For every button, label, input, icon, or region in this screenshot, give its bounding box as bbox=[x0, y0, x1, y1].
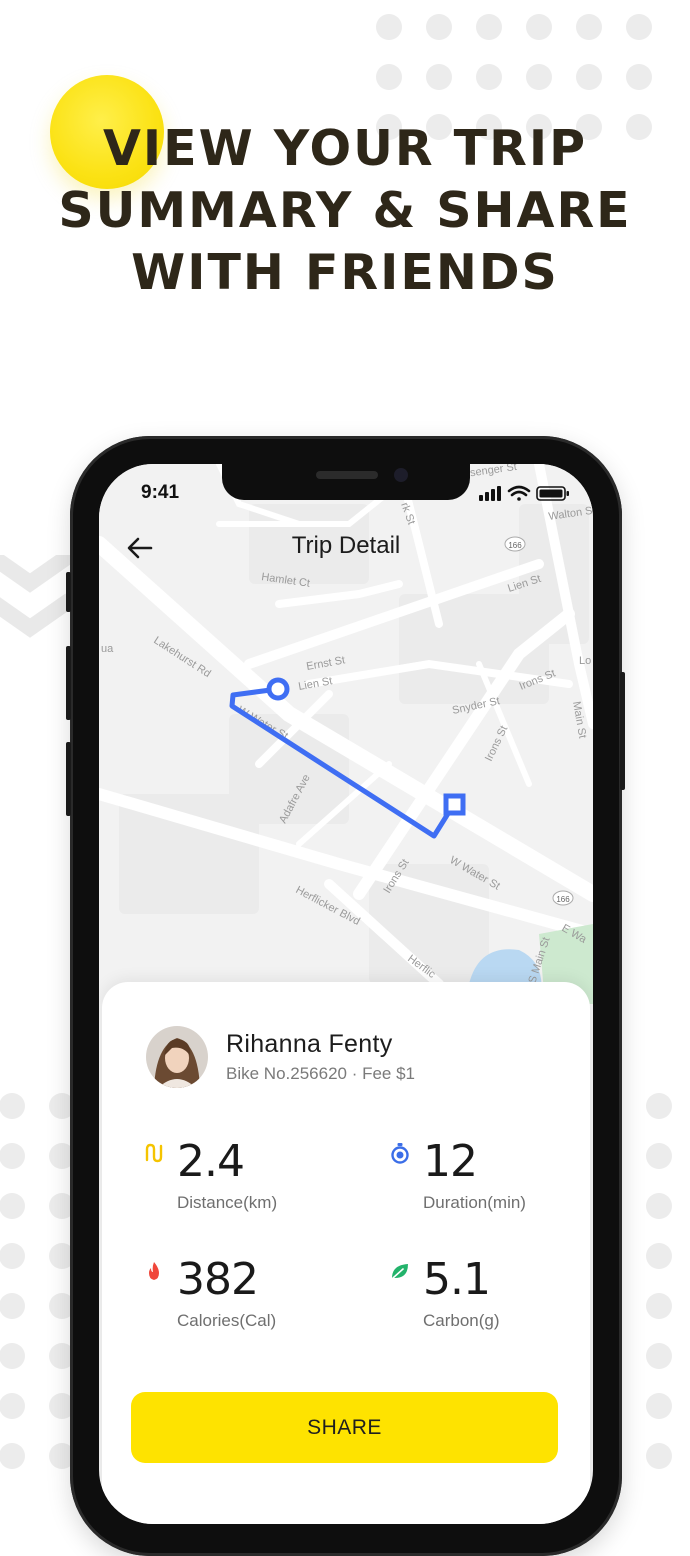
page-title: Trip Detail bbox=[291, 532, 401, 559]
decorative-dot bbox=[646, 1343, 672, 1369]
stopwatch-icon bbox=[391, 1143, 409, 1164]
status-icons bbox=[479, 485, 569, 501]
decorative-dot bbox=[0, 1093, 25, 1119]
phone-screen: Hamlet Ct Lien St Lakehurst Rd Ernst St … bbox=[99, 464, 593, 1524]
headline-line-1: VIEW YOUR TRIP bbox=[102, 120, 587, 177]
trip-summary-card: Rihanna Fenty Bike No.256620 · Fee $1 2.… bbox=[102, 982, 590, 1524]
route-shield-icon: 166 bbox=[552, 890, 574, 906]
decorative-dot bbox=[576, 14, 602, 40]
phone-notch bbox=[222, 464, 470, 500]
route-end-marker bbox=[443, 793, 466, 816]
user-name: Rihanna Fenty bbox=[226, 1030, 393, 1058]
duration-value: 12 bbox=[423, 1136, 478, 1187]
carbon-label: Carbon(g) bbox=[423, 1311, 500, 1330]
route-icon bbox=[145, 1143, 163, 1163]
avatar bbox=[146, 1026, 208, 1088]
battery-icon bbox=[536, 486, 569, 501]
phone-volume-up-button bbox=[66, 646, 71, 720]
decorative-dot bbox=[646, 1243, 672, 1269]
bike-fee-info: Bike No.256620 · Fee $1 bbox=[226, 1064, 416, 1083]
decorative-dot bbox=[0, 1293, 25, 1319]
decorative-dot bbox=[426, 64, 452, 90]
decorative-dot bbox=[376, 64, 402, 90]
headline: VIEW YOUR TRIP SUMMARY & SHARE WITH FRIE… bbox=[0, 118, 690, 304]
calories-value: 382 bbox=[177, 1254, 259, 1305]
decorative-dot bbox=[626, 14, 652, 40]
duration-label: Duration(min) bbox=[423, 1193, 526, 1212]
decorative-dot bbox=[0, 1393, 25, 1419]
decorative-dot bbox=[526, 14, 552, 40]
signal-icon bbox=[479, 486, 501, 501]
decorative-dot bbox=[576, 64, 602, 90]
chevron-decoration bbox=[0, 555, 70, 638]
street-label: ua bbox=[101, 643, 114, 655]
decorative-dot bbox=[0, 1243, 25, 1269]
phone-mute-button bbox=[66, 572, 71, 612]
distance-label: Distance(km) bbox=[177, 1193, 278, 1212]
status-time: 9:41 bbox=[141, 482, 180, 503]
decorative-dot bbox=[0, 1443, 25, 1469]
decorative-dot bbox=[626, 64, 652, 90]
decorative-dot bbox=[476, 64, 502, 90]
distance-value: 2.4 bbox=[177, 1136, 245, 1187]
decorative-dot bbox=[376, 14, 402, 40]
wifi-icon bbox=[507, 485, 531, 501]
phone-speaker bbox=[316, 471, 378, 479]
decorative-dot bbox=[426, 14, 452, 40]
decorative-dot bbox=[0, 1193, 25, 1219]
headline-line-3: WITH FRIENDS bbox=[131, 244, 559, 301]
phone-camera bbox=[394, 468, 408, 482]
leaf-icon bbox=[392, 1264, 408, 1279]
decorative-dot bbox=[0, 1343, 25, 1369]
decorative-dot bbox=[646, 1443, 672, 1469]
calories-label: Calories(Cal) bbox=[177, 1311, 277, 1330]
decorative-dot bbox=[0, 1143, 25, 1169]
decorative-dot bbox=[476, 14, 502, 40]
share-button[interactable]: SHARE bbox=[131, 1392, 558, 1463]
decorative-dot bbox=[526, 64, 552, 90]
decorative-dot bbox=[646, 1193, 672, 1219]
phone-power-button bbox=[620, 672, 625, 790]
decorative-dot bbox=[646, 1143, 672, 1169]
phone-volume-down-button bbox=[66, 742, 71, 816]
decorative-dot bbox=[646, 1393, 672, 1419]
carbon-value: 5.1 bbox=[423, 1254, 491, 1305]
decorative-dot bbox=[646, 1093, 672, 1119]
svg-text:166: 166 bbox=[556, 895, 570, 904]
flame-icon bbox=[149, 1262, 159, 1280]
route-start-marker bbox=[266, 677, 290, 701]
decorative-dot bbox=[646, 1293, 672, 1319]
street-label: Lo bbox=[579, 655, 591, 667]
headline-line-2: SUMMARY & SHARE bbox=[58, 182, 632, 239]
